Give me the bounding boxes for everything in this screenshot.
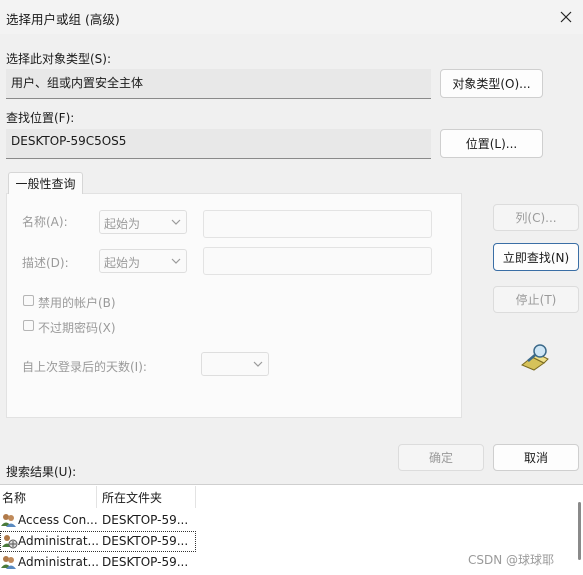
chevron-down-icon — [171, 258, 181, 264]
name-label: 名称(A): — [22, 215, 68, 229]
search-icon — [521, 344, 549, 371]
columns-button[interactable]: 列(C)... — [493, 204, 579, 231]
row-folder: DESKTOP-59... — [102, 534, 189, 548]
description-mode-select[interactable]: 起始为 — [99, 249, 187, 273]
search-results-label: 搜索结果(U): — [6, 465, 77, 479]
column-divider[interactable] — [195, 486, 196, 508]
table-row[interactable]: Administrat... DESKTOP-59... — [0, 552, 196, 573]
non-expiring-checkbox[interactable] — [23, 320, 34, 331]
scrollbar-thumb[interactable] — [578, 502, 581, 560]
row-name: Access Con... — [18, 513, 98, 527]
window-title: 选择用户或组 (高级) — [6, 12, 120, 27]
admin-user-icon — [2, 535, 18, 549]
object-types-button[interactable]: 对象类型(O)... — [440, 69, 543, 98]
chevron-down-icon — [171, 219, 181, 225]
name-mode-select[interactable]: 起始为 — [99, 210, 187, 234]
close-button[interactable] — [552, 4, 580, 30]
description-label: 描述(D): — [22, 256, 69, 270]
location-label: 查找位置(F): — [6, 111, 75, 125]
table-row[interactable]: Access Con... DESKTOP-59... — [0, 510, 196, 531]
row-name: Administrat... — [18, 555, 99, 569]
close-icon — [560, 11, 572, 23]
column-header-name[interactable]: 名称 — [2, 489, 26, 506]
disabled-accounts-checkbox[interactable] — [23, 295, 34, 306]
description-mode-value: 起始为 — [104, 256, 141, 270]
table-row[interactable]: Administrat... DESKTOP-59... — [0, 531, 196, 552]
row-folder: DESKTOP-59... — [102, 555, 189, 569]
row-name: Administrat... — [18, 534, 99, 548]
days-since-logon-label: 自上次登录后的天数(I): — [22, 360, 147, 374]
watermark: CSDN @球球耶 — [468, 553, 555, 567]
disabled-accounts-label: 禁用的帐户(B) — [38, 296, 116, 310]
find-now-button[interactable]: 立即查找(N) — [493, 243, 579, 271]
description-input[interactable] — [203, 247, 432, 275]
column-header-folder[interactable]: 所在文件夹 — [102, 489, 162, 506]
ok-button[interactable]: 确定 — [398, 444, 484, 471]
location-field: DESKTOP-59C5OS5 — [6, 129, 431, 159]
stop-button[interactable]: 停止(T) — [493, 286, 579, 313]
object-type-field: 用户、组或内置安全主体 — [6, 69, 431, 99]
user-group-icon — [1, 556, 16, 569]
row-folder: DESKTOP-59... — [102, 513, 189, 527]
chevron-down-icon — [253, 361, 263, 367]
object-type-label: 选择此对象类型(S): — [6, 52, 112, 66]
cancel-button[interactable]: 取消 — [493, 444, 579, 471]
days-since-logon-select[interactable] — [201, 352, 269, 376]
tab-common-queries[interactable]: 一般性查询 — [8, 172, 83, 194]
non-expiring-label: 不过期密码(X) — [38, 321, 116, 335]
column-divider[interactable] — [96, 486, 97, 508]
locations-button[interactable]: 位置(L)... — [440, 129, 543, 158]
user-group-icon — [1, 514, 16, 527]
name-mode-value: 起始为 — [104, 217, 141, 231]
name-input[interactable] — [203, 210, 432, 238]
